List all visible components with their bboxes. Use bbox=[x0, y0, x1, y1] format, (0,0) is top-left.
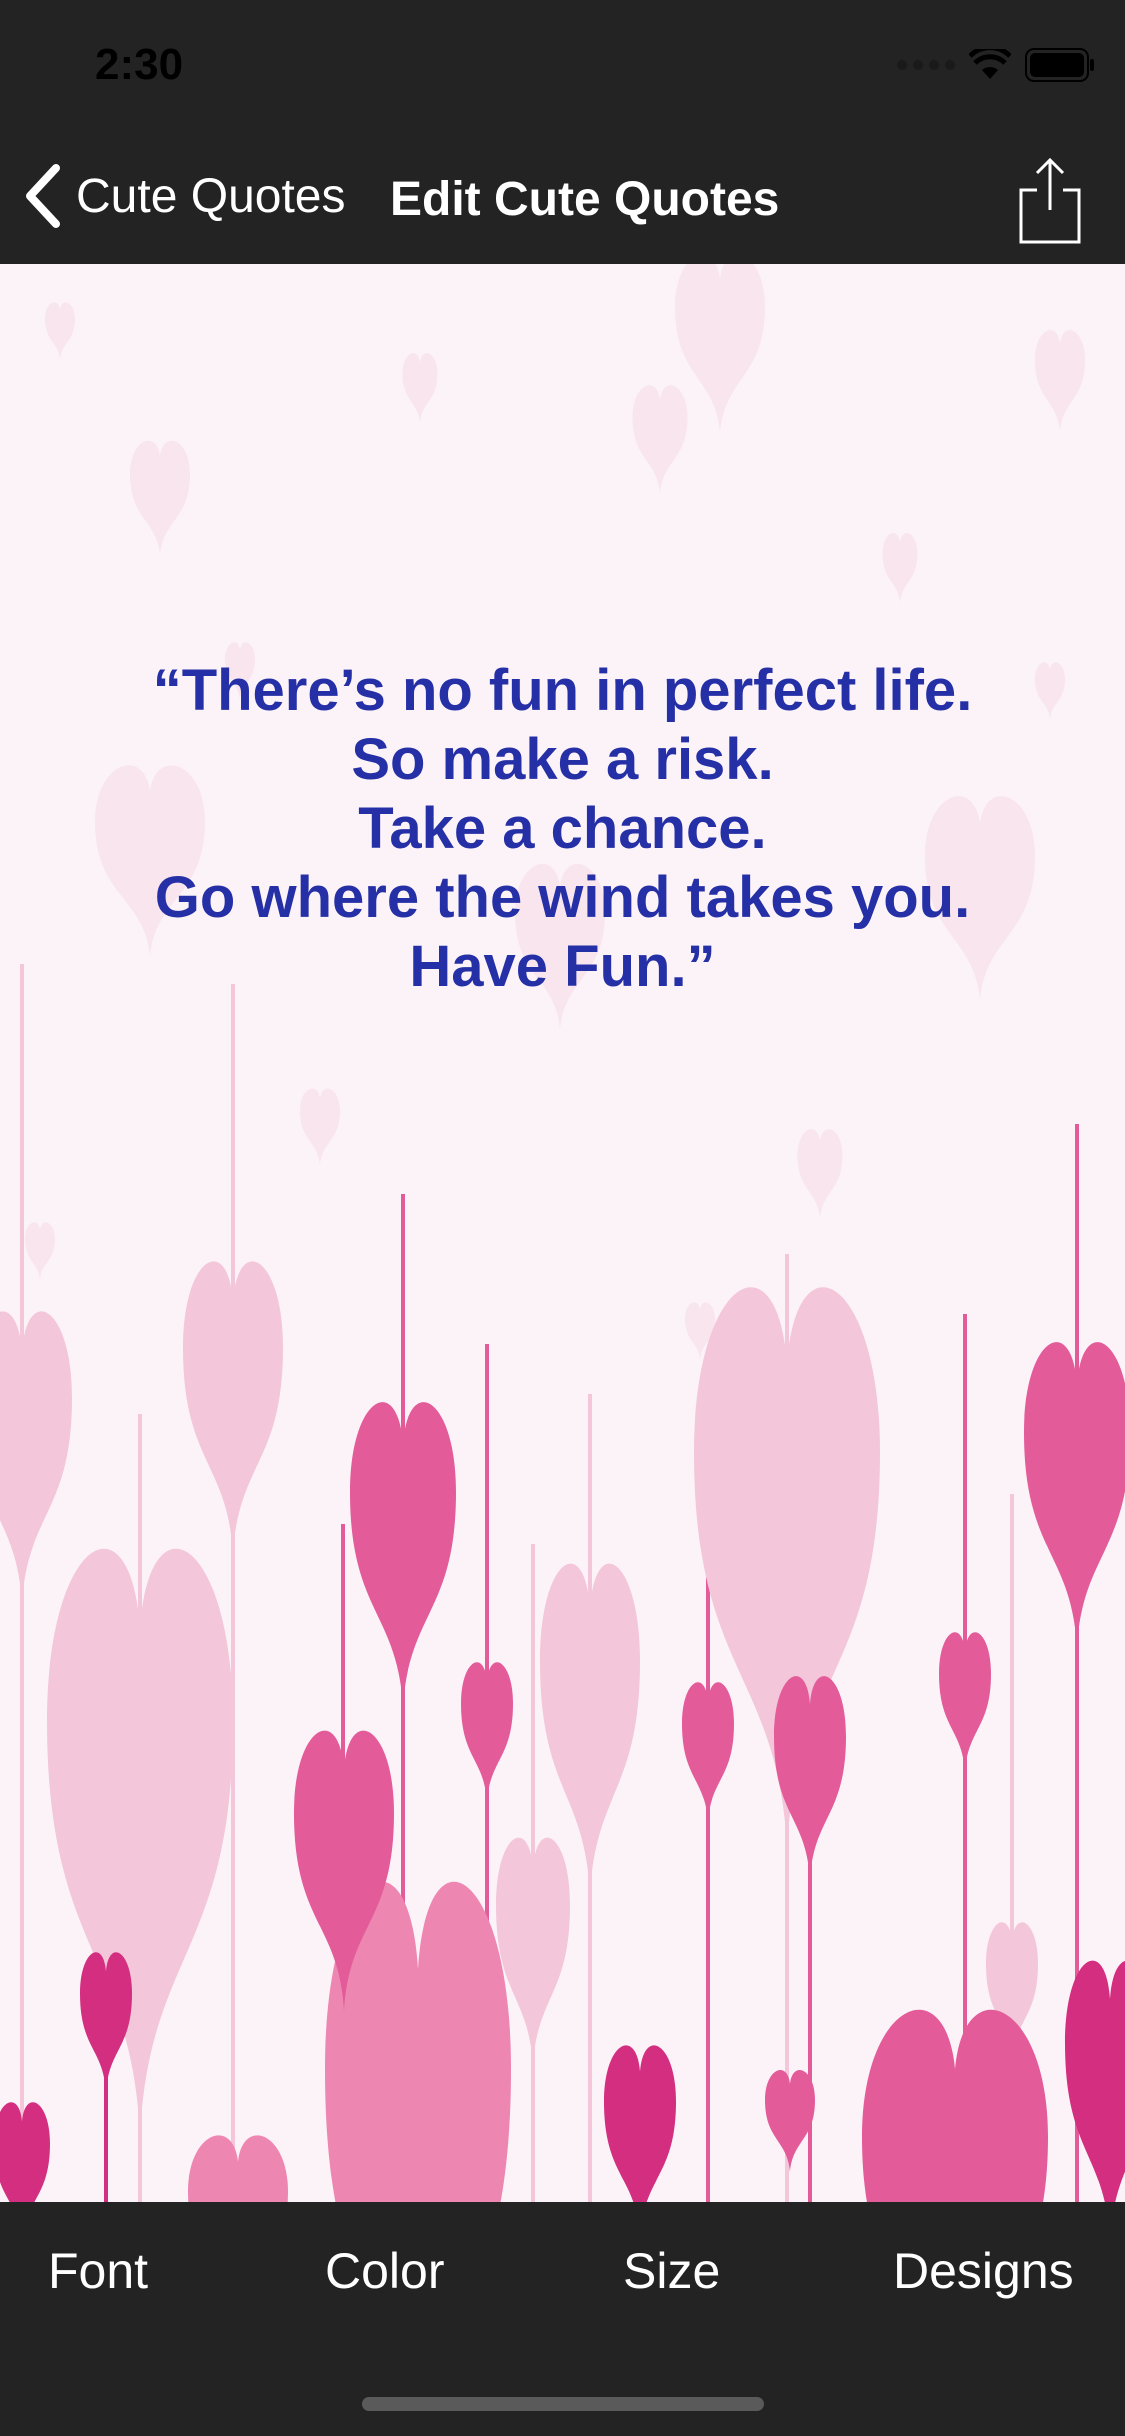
quote-text[interactable]: “There’s no fun in perfect life. So make… bbox=[0, 656, 1125, 1001]
color-tab[interactable]: Color bbox=[325, 2242, 444, 2300]
size-tab[interactable]: Size bbox=[623, 2242, 720, 2300]
quote-canvas[interactable]: “There’s no fun in perfect life. So make… bbox=[0, 264, 1125, 2202]
quote-line: Go where the wind takes you. bbox=[154, 865, 971, 930]
page-title: Edit Cute Quotes bbox=[390, 173, 780, 226]
back-button[interactable]: Cute Quotes bbox=[22, 164, 345, 228]
cellular-signal-icon bbox=[897, 60, 955, 70]
wifi-icon bbox=[969, 49, 1011, 79]
quote-line: Have Fun.” bbox=[409, 934, 716, 999]
chevron-left-icon bbox=[26, 164, 60, 228]
hearts-background bbox=[0, 264, 1125, 2202]
battery-icon bbox=[1025, 48, 1094, 82]
status-icons bbox=[897, 48, 1095, 82]
quote-line: So make a risk. bbox=[351, 727, 774, 792]
designs-tab[interactable]: Designs bbox=[893, 2242, 1074, 2300]
status-time: 2:30 bbox=[95, 40, 184, 89]
share-icon[interactable] bbox=[1015, 156, 1085, 246]
quote-line: “There’s no fun in perfect life. bbox=[152, 658, 973, 723]
quote-line: Take a chance. bbox=[358, 796, 767, 861]
navigation-bar: Cute Quotes Edit Cute Quotes bbox=[0, 132, 1125, 264]
home-indicator[interactable] bbox=[362, 2397, 764, 2411]
status-bar: 2:30 bbox=[0, 0, 1125, 132]
font-tab[interactable]: Font bbox=[48, 2242, 148, 2300]
back-label: Cute Quotes bbox=[76, 169, 346, 223]
